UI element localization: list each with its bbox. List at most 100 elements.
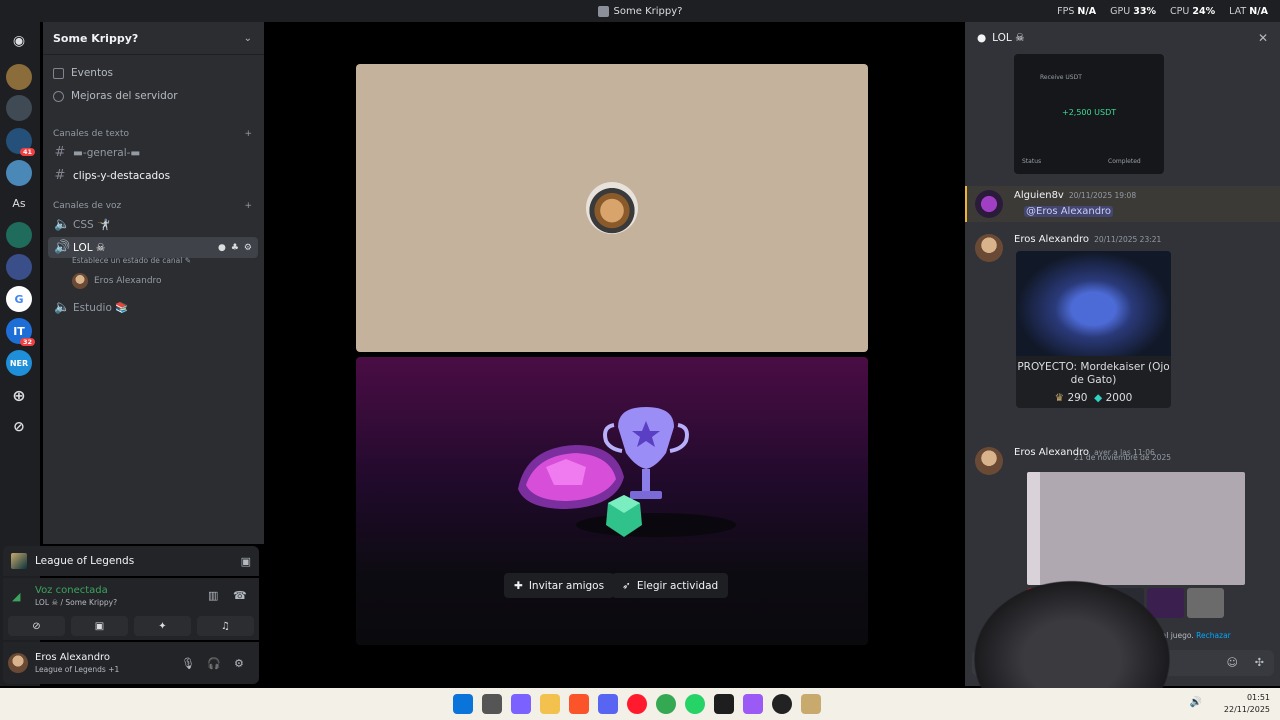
voice-member[interactable]: Eros Alexandro [72, 273, 162, 289]
chat-bubble-icon[interactable]: ● [218, 243, 226, 253]
lat-stat: LAT N/A [1229, 6, 1268, 17]
explore-icon[interactable]: ⊘ [6, 414, 32, 440]
text-category[interactable]: Canales de texto + [53, 129, 252, 139]
apps-icon[interactable]: ✣ [1255, 656, 1264, 669]
attachment-image[interactable]: Receive USDT +2,500 USDT Status Complete… [1014, 54, 1164, 174]
game-activity[interactable]: League of Legends ▣ [3, 546, 259, 576]
server-icon-it[interactable]: IT 32 [6, 318, 35, 346]
taskbar-apps [453, 694, 821, 714]
thumbnail[interactable] [1187, 588, 1224, 618]
hash-icon: # [54, 168, 66, 183]
soundboard-button[interactable]: ♫ [197, 616, 254, 636]
message-author[interactable]: Alguien8v 20/11/2025 19:08 [1014, 190, 1136, 201]
author-name: Eros Alexandro [1014, 447, 1090, 458]
voice-channel-lol[interactable]: 🔊 LOL ☠ ● ♣ ⚙ [48, 237, 258, 258]
voice-status[interactable]: Voz conectada [35, 585, 108, 596]
gear-icon[interactable]: ⚙ [244, 243, 252, 253]
chrome-icon[interactable] [656, 694, 676, 714]
voice-connection-panel: ◢ Voz conectada LOL ☠ / Some Krippy? ▥ ☎… [3, 578, 259, 640]
start-icon[interactable] [453, 694, 473, 714]
clock[interactable]: 01:51 22/11/2025 [1224, 692, 1270, 716]
avatar[interactable] [975, 234, 1003, 262]
disconnect-icon[interactable]: ☎ [233, 589, 247, 602]
voice-buttons: ⊘ ▣ ✦ ♫ [8, 616, 254, 636]
voice-channel-path[interactable]: LOL ☠ / Some Krippy? [35, 598, 117, 607]
share-screen-button[interactable]: ▣ [71, 616, 128, 636]
google-icon[interactable]: G [6, 286, 32, 312]
voice-channel-estudio[interactable]: 🔈 Estudio 📚 [48, 297, 258, 318]
activities-illustration [518, 407, 736, 537]
task-view-icon[interactable] [482, 694, 502, 714]
events-label: Eventos [71, 67, 113, 79]
boost-icon [53, 90, 64, 102]
choose-activity-button[interactable]: ➶ Elegir actividad [612, 573, 729, 598]
server-icon-5[interactable] [6, 222, 32, 248]
voice-category[interactable]: Canales de voz + [53, 201, 252, 211]
rocket-icon: ➶ [622, 579, 631, 592]
channel-status[interactable]: Establece un estado de canal ✎ [72, 256, 191, 265]
user-mention[interactable]: @Eros Alexandro [1024, 206, 1114, 217]
lat-label: LAT [1229, 5, 1247, 17]
server-icon-as[interactable]: As [6, 190, 32, 216]
reject-link[interactable]: Rechazar [1196, 631, 1231, 640]
message-author[interactable]: Eros Alexandro 20/11/2025 23:21 [1014, 234, 1161, 245]
league-taskbar-icon[interactable] [801, 694, 821, 714]
skin-card[interactable]: PROYECTO: Mordekaiser (Ojo de Gato) ♛ 29… [1016, 251, 1171, 408]
microphone-icon[interactable]: 🎙 [181, 657, 195, 670]
skin-prices: ♛ 290 ◆ 2000 [1016, 392, 1171, 404]
receipt-received-label: Receive USDT [1040, 74, 1082, 81]
invite-friends-button[interactable]: ✚ Invitar amigos [504, 573, 615, 598]
avatar[interactable] [975, 447, 1003, 475]
app-icon[interactable] [743, 694, 763, 714]
participant-tile[interactable] [356, 64, 868, 352]
server-boost-link[interactable]: Mejoras del servidor [53, 90, 178, 102]
author-name: Eros Alexandro [1014, 234, 1090, 245]
camera-off-button[interactable]: ⊘ [8, 616, 65, 636]
emoji-icon[interactable]: ☺ [1227, 656, 1238, 669]
message-author[interactable]: Eros Alexandro ayer a las 11:06 [1014, 447, 1155, 458]
server-icon-1[interactable] [6, 64, 32, 90]
unread-badge-32: 32 [19, 338, 35, 346]
steam-icon[interactable] [772, 694, 792, 714]
server-icon-6[interactable] [6, 254, 32, 280]
headphones-icon[interactable]: 🎧 [207, 657, 221, 670]
volume-icon[interactable]: 🔊 [1190, 697, 1202, 708]
user-name[interactable]: Eros Alexandro [35, 652, 110, 663]
add-channel-icon[interactable]: + [244, 129, 252, 139]
brave-icon[interactable] [569, 694, 589, 714]
discord-icon[interactable] [598, 694, 618, 714]
voice-channel-css-label: CSS 🤺 [73, 219, 111, 231]
server-icon-4[interactable] [6, 160, 32, 186]
noise-suppression-icon[interactable]: ▥ [208, 589, 218, 602]
add-voice-channel-icon[interactable]: + [244, 201, 252, 211]
server-icon-3[interactable]: 41 [6, 128, 35, 156]
fps-label: FPS [1057, 5, 1075, 17]
code-editor-icon[interactable] [714, 694, 734, 714]
voice-channel-estudio-label: Estudio 📚 [73, 302, 129, 314]
whatsapp-icon[interactable] [685, 694, 705, 714]
chat-bubble-icon: ● [977, 32, 987, 44]
add-server-icon[interactable]: ⊕ [6, 382, 32, 408]
server-icon-2[interactable] [6, 95, 32, 121]
copilot-icon[interactable] [511, 694, 531, 714]
server-icon-ner[interactable]: NER [6, 350, 32, 376]
channel-clips[interactable]: # clips-y-destacados [48, 165, 258, 186]
avatar[interactable] [975, 190, 1003, 218]
events-link[interactable]: Eventos [53, 67, 113, 79]
invite-icon[interactable]: ♣ [231, 243, 239, 253]
avatar[interactable] [8, 653, 28, 673]
server-header[interactable]: Some Krippy? ⌄ [43, 22, 264, 55]
opera-icon[interactable] [627, 694, 647, 714]
close-icon[interactable]: ✕ [1258, 31, 1268, 45]
discord-home-icon[interactable]: ◉ [6, 28, 32, 54]
signal-icon[interactable]: ◢ [12, 590, 24, 603]
file-explorer-icon[interactable] [540, 694, 560, 714]
skin-title: PROYECTO: Mordekaiser (Ojo de Gato) [1017, 361, 1170, 386]
channel-general[interactable]: # ▬-general-▬ [48, 142, 258, 163]
voice-channel-css[interactable]: 🔈 CSS 🤺 [48, 214, 258, 235]
activities-button[interactable]: ✦ [134, 616, 191, 636]
cpu-stat: CPU 24% [1170, 6, 1215, 17]
settings-icon[interactable]: ⚙ [234, 657, 244, 670]
voice-member-name: Eros Alexandro [94, 276, 162, 286]
screen-share-icon[interactable]: ▣ [241, 555, 251, 568]
